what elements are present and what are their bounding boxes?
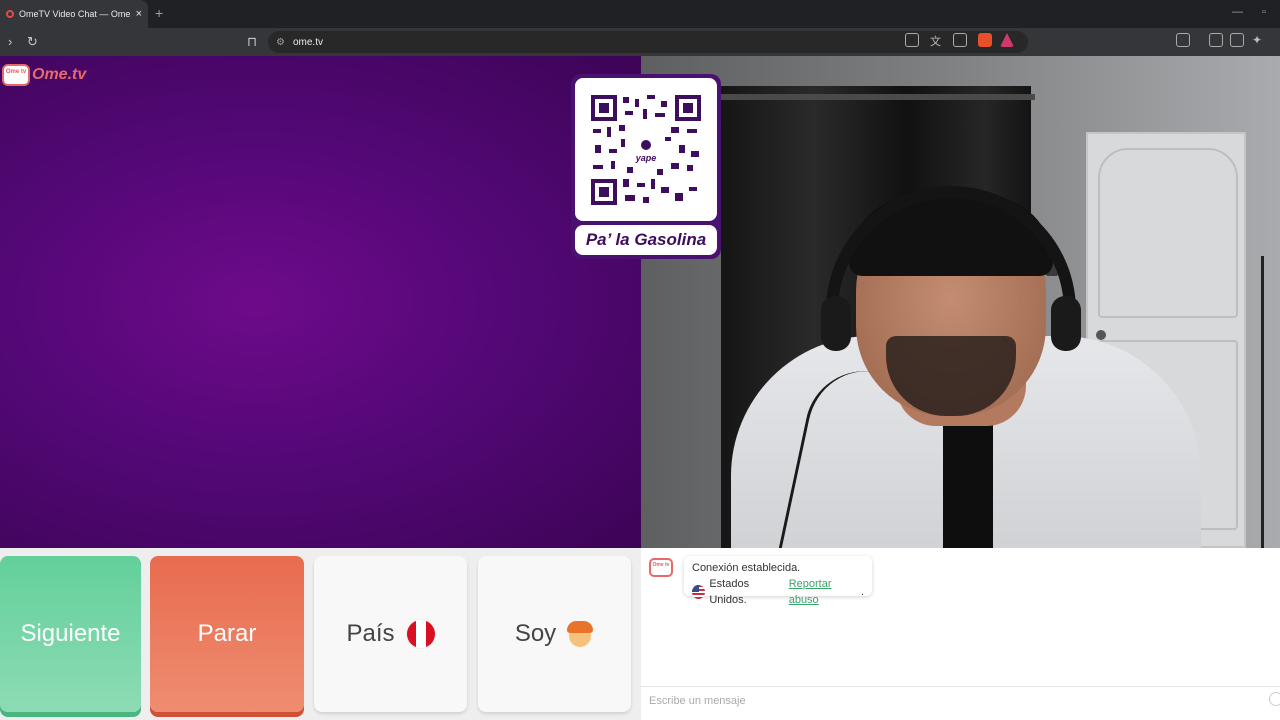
peru-flag-icon <box>406 620 435 648</box>
tab-search-icon[interactable] <box>1176 33 1190 47</box>
self-webcam-video <box>641 56 1280 548</box>
ometv-page: Ome tv Ome.tv yape Pa’ la Gasolina Sigui… <box>0 56 1280 720</box>
ometv-favicon-icon <box>6 10 14 18</box>
us-flag-icon <box>692 585 706 599</box>
ometv-chat-logo-icon: Ome tv <box>649 558 673 577</box>
next-button[interactable]: Siguiente <box>0 556 141 712</box>
black-shirt <box>943 406 993 548</box>
browser-tab-bar: OmeTV Video Chat — Omegle × + — ▫ <box>0 0 1280 28</box>
chevron-right-icon[interactable]: › <box>8 34 12 50</box>
browser-tab[interactable]: OmeTV Video Chat — Omegle × <box>0 0 148 28</box>
restore-icon[interactable]: ▫ <box>1262 6 1266 18</box>
report-abuse-link[interactable]: Reportar abuso <box>789 576 861 608</box>
bookmark-icon[interactable]: ⊓ <box>247 34 257 50</box>
logo-text: Ome.tv <box>32 66 87 83</box>
headphone-left-cup <box>821 296 851 351</box>
site-info-icon[interactable]: ⚙ <box>276 37 285 48</box>
ometv-tv-icon: Ome tv <box>2 64 30 86</box>
cast-icon[interactable] <box>905 33 919 47</box>
sidebar-icon[interactable] <box>1209 33 1223 47</box>
qr-brand-text: yape <box>635 153 657 163</box>
headphones <box>826 186 1076 336</box>
system-message: Conexión establecida. Estados Unidos. Re… <box>684 556 872 606</box>
translate-icon[interactable]: 文 <box>930 33 944 48</box>
connection-status: Conexión establecida. <box>692 562 801 574</box>
webcam-person <box>681 186 1221 548</box>
leo-ai-icon[interactable]: ✦ <box>1252 33 1266 47</box>
ometv-logo[interactable]: Ome tv Ome.tv <box>2 64 86 86</box>
country-label: País <box>346 620 395 647</box>
gender-selector-button[interactable]: Soy <box>478 556 631 712</box>
tab-title: OmeTV Video Chat — Omegle <box>19 9 130 19</box>
tripod <box>1261 256 1264 548</box>
boy-avatar-icon <box>566 620 594 648</box>
share-icon[interactable] <box>953 33 967 47</box>
new-tab-button[interactable]: + <box>155 5 163 21</box>
headphone-right-cup <box>1051 296 1081 351</box>
tab-close-icon[interactable]: × <box>136 8 142 20</box>
qr-code: yape <box>575 78 717 221</box>
reload-icon[interactable]: ↻ <box>27 34 38 50</box>
next-button-label: Siguiente <box>20 620 121 647</box>
yape-qr-overlay: yape Pa’ la Gasolina <box>571 74 721 259</box>
url-text: ome.tv <box>292 36 323 48</box>
qr-caption: Pa’ la Gasolina <box>575 225 717 255</box>
stop-button[interactable]: Parar <box>150 556 304 712</box>
message-input[interactable]: Escribe un mensaje <box>641 686 1280 714</box>
country-selector-button[interactable]: País <box>314 556 467 712</box>
partner-country: Estados Unidos. <box>709 578 750 606</box>
wallet-icon[interactable] <box>1230 33 1244 47</box>
report-suffix: . <box>860 586 864 598</box>
curtain-rod <box>711 94 1035 100</box>
emoji-icon[interactable] <box>1269 692 1280 706</box>
chat-panel: Ome tv Conexión establecida. Estados Uni… <box>641 548 1280 720</box>
minimize-icon[interactable]: — <box>1232 6 1243 18</box>
gender-label: Soy <box>514 620 557 647</box>
stop-button-label: Parar <box>197 620 257 647</box>
brave-shield-icon[interactable] <box>978 33 992 47</box>
stranger-video: Ome tv Ome.tv <box>0 56 641 548</box>
qr-code-icon: yape <box>591 94 701 205</box>
